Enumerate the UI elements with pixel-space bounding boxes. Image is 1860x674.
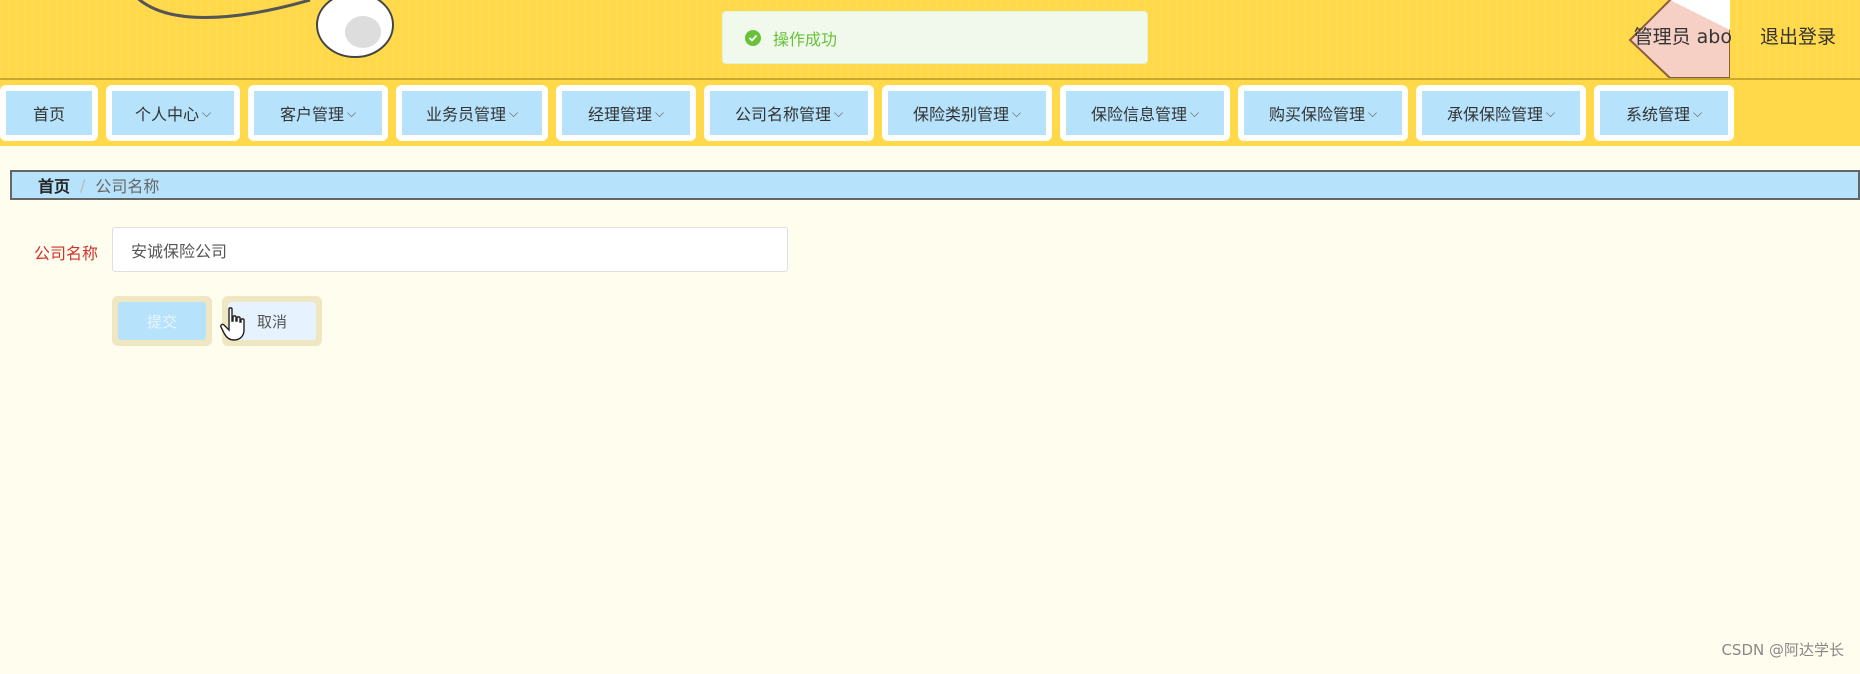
submit-button-wrapper: 提交 xyxy=(112,296,212,346)
user-area: 管理员 abo 退出登录 xyxy=(1634,22,1836,49)
header-bar: 操作成功 管理员 abo 退出登录 xyxy=(0,0,1860,80)
chevron-down-icon: ⌵ xyxy=(1545,105,1556,120)
nav-item-home[interactable]: 首页 xyxy=(0,85,98,141)
success-toast: 操作成功 xyxy=(722,11,1148,64)
hand-pointer-icon xyxy=(220,307,245,341)
earphone-decoration-icon xyxy=(137,0,394,58)
user-role-label: 管理员 abo xyxy=(1633,26,1732,48)
nav-item-underwrite-insurance[interactable]: 承保保险管理 ⌵ xyxy=(1416,85,1586,141)
chevron-down-icon: ⌵ xyxy=(833,105,844,120)
breadcrumb-separator: / xyxy=(80,175,86,195)
chevron-down-icon: ⌵ xyxy=(1189,105,1200,120)
nav-item-buy-insurance[interactable]: 购买保险管理 ⌵ xyxy=(1238,85,1408,141)
breadcrumb-current: 公司名称 xyxy=(95,177,160,196)
chevron-down-icon: ⌵ xyxy=(346,105,357,120)
nav-item-insurance-category[interactable]: 保险类别管理 ⌵ xyxy=(882,85,1052,141)
chevron-down-icon: ⌵ xyxy=(1011,105,1022,120)
submit-button[interactable]: 提交 xyxy=(118,302,206,340)
chevron-down-icon: ⌵ xyxy=(1367,105,1378,120)
nav-item-salesman[interactable]: 业务员管理 ⌵ xyxy=(396,85,548,141)
watermark: CSDN @阿达学长 xyxy=(1721,641,1844,659)
nav-item-customer[interactable]: 客户管理 ⌵ xyxy=(248,85,388,141)
chevron-down-icon: ⌵ xyxy=(508,105,519,120)
logout-link[interactable]: 退出登录 xyxy=(1760,22,1836,49)
chevron-down-icon: ⌵ xyxy=(1692,105,1703,120)
check-circle-icon xyxy=(745,29,761,46)
chevron-down-icon: ⌵ xyxy=(201,105,212,120)
nav-item-system[interactable]: 系统管理 ⌵ xyxy=(1594,85,1734,141)
nav-item-manager[interactable]: 经理管理 ⌵ xyxy=(556,85,696,141)
nav-item-insurance-info[interactable]: 保险信息管理 ⌵ xyxy=(1060,85,1230,141)
breadcrumb: 首页 / 公司名称 xyxy=(10,170,1860,200)
company-name-label: 公司名称 xyxy=(34,244,99,263)
breadcrumb-home[interactable]: 首页 xyxy=(38,173,70,197)
toast-message: 操作成功 xyxy=(773,29,838,49)
nav-item-company-name[interactable]: 公司名称管理 ⌵ xyxy=(704,85,874,141)
chevron-down-icon: ⌵ xyxy=(654,105,665,120)
top-nav: 首页 个人中心 ⌵ 客户管理 ⌵ 业务员管理 ⌵ 经理管理 ⌵ 公司名称管理 ⌵ 保险类别… xyxy=(0,80,1860,146)
company-name-input[interactable] xyxy=(112,227,788,272)
nav-item-personal-center[interactable]: 个人中心 ⌵ xyxy=(106,85,240,141)
